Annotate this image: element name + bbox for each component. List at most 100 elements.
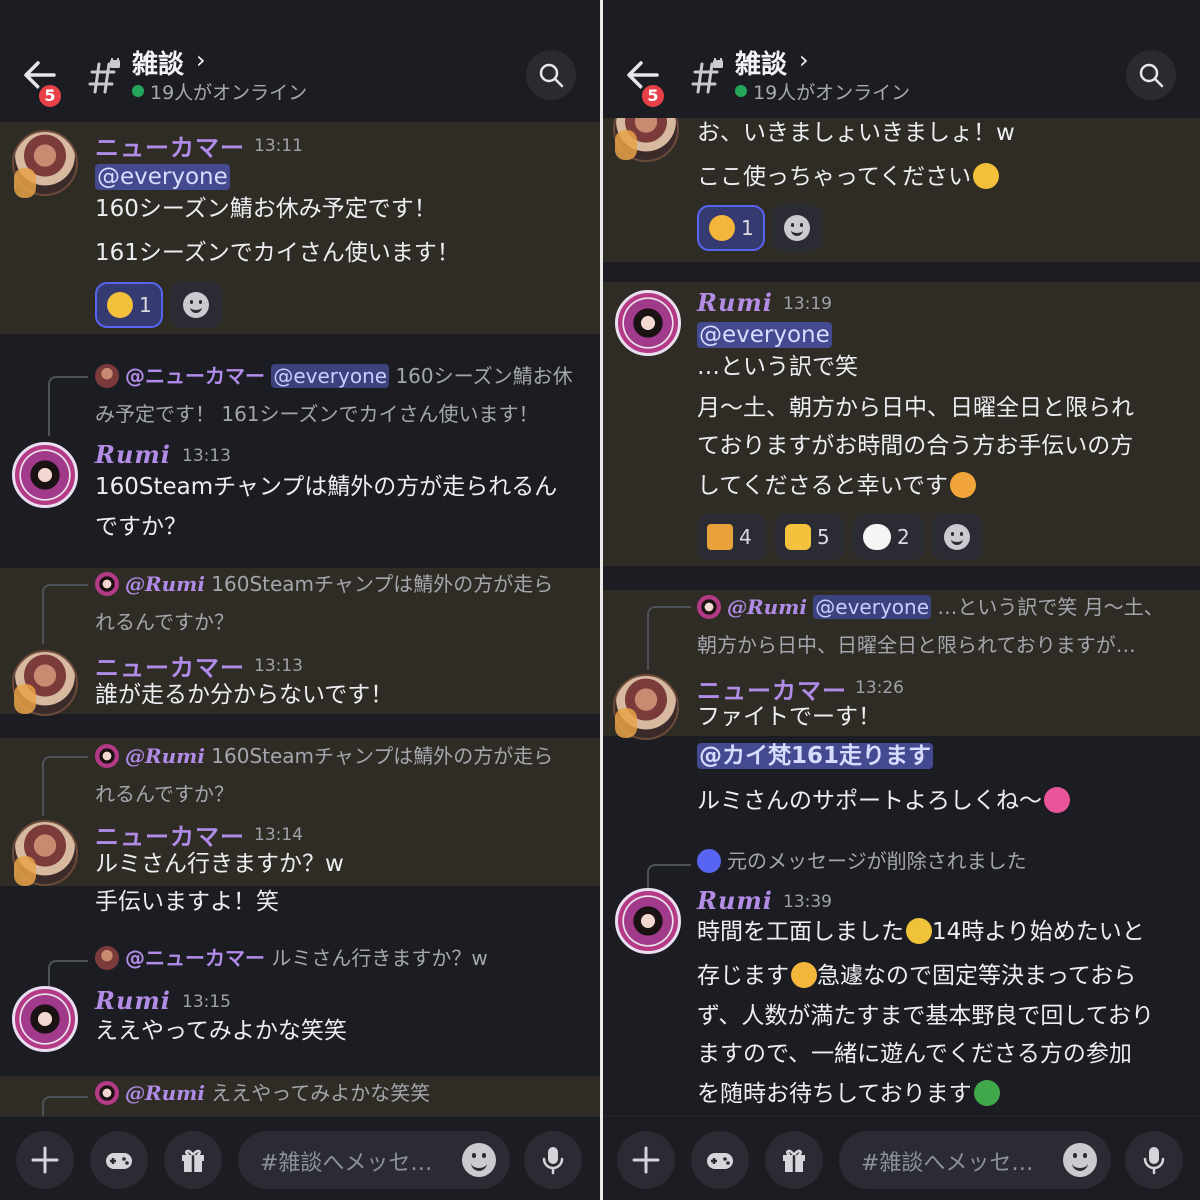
timestamp: 13:13 bbox=[254, 656, 303, 676]
emoji-picker-icon[interactable] bbox=[1063, 1143, 1097, 1177]
avatar-decoration bbox=[615, 130, 637, 160]
message-text: ですか？ bbox=[95, 514, 187, 540]
notification-badge: 5 bbox=[639, 82, 667, 110]
two-hearts-icon bbox=[1044, 787, 1070, 813]
message-input[interactable]: #雑談へメッセ… bbox=[839, 1131, 1111, 1189]
reply-preview-continued[interactable]: み予定です！ 161シーズンでカイさん使います！ bbox=[95, 395, 539, 433]
chat-panel-right: お、いきましょいきましょ！w ここ使っちゃってください 1 Rumi 13:19… bbox=[603, 0, 1200, 1200]
timestamp: 13:15 bbox=[182, 992, 231, 1012]
author-name[interactable]: ニューカマー bbox=[95, 817, 245, 852]
message-text: ルミさん行きますか？w bbox=[95, 851, 344, 877]
message-input-placeholder: #雑談へメッセ… bbox=[861, 1151, 1034, 1176]
timestamp: 13:19 bbox=[783, 294, 832, 314]
microphone-icon bbox=[1143, 1147, 1165, 1175]
gift-icon bbox=[182, 1149, 204, 1172]
message-text: ておりますがお時間の合う方お手伝いの方 bbox=[697, 433, 1134, 459]
gift-button[interactable] bbox=[164, 1131, 222, 1189]
chat-panel-left: ニューカマー 13:11 @everyone 160シーズン鯖お休み予定です！ … bbox=[0, 0, 600, 1200]
author-name[interactable]: Rumi bbox=[95, 440, 171, 469]
search-button[interactable] bbox=[1126, 50, 1176, 100]
add-reaction-button[interactable] bbox=[771, 205, 823, 251]
emoji-picker-icon[interactable] bbox=[462, 1143, 496, 1177]
avatar[interactable] bbox=[615, 888, 681, 954]
reply-preview-continued[interactable]: 朝方から日中、日曜全日と限られておりますが… bbox=[697, 626, 1136, 664]
message-text: ここ使っちゃってください bbox=[697, 162, 1000, 192]
avatar-decoration bbox=[14, 168, 36, 198]
author-name[interactable]: Rumi bbox=[95, 986, 171, 1015]
activities-button[interactable] bbox=[90, 1131, 148, 1189]
reply-preview[interactable]: @Rumi @everyone …という訳で笑 月〜土、 bbox=[697, 588, 1164, 626]
message-input-placeholder: #雑談へメッセ… bbox=[260, 1151, 433, 1176]
activities-button[interactable] bbox=[691, 1131, 749, 1189]
message-text: @everyone bbox=[697, 320, 832, 350]
reply-preview-continued[interactable]: れるんですか？ bbox=[95, 775, 234, 813]
timestamp: 13:14 bbox=[254, 825, 303, 845]
channel-name[interactable]: 雑談 bbox=[132, 44, 184, 81]
reply-preview[interactable]: @ニューカマー @everyone 160シーズン鯖お休 bbox=[95, 357, 573, 395]
timestamp: 13:26 bbox=[855, 678, 904, 698]
channel-name[interactable]: 雑談 bbox=[735, 44, 787, 81]
chevron-right-icon[interactable]: › bbox=[799, 46, 809, 74]
search-icon bbox=[539, 63, 564, 88]
avatar-decoration bbox=[14, 684, 36, 714]
reply-preview[interactable]: @Rumi ええやってみよかな笑笑 bbox=[95, 1074, 430, 1112]
reaction-person-bowing[interactable]: 1 bbox=[697, 205, 765, 251]
reply-preview[interactable]: @Rumi 160Steamチャンプは鯖外の方が走ら bbox=[95, 565, 553, 603]
notification-badge: 5 bbox=[36, 82, 64, 110]
reaction-eyes[interactable]: 2 bbox=[853, 514, 925, 560]
message-text: 手伝いますよ！笑 bbox=[95, 889, 279, 915]
search-button[interactable] bbox=[526, 50, 576, 100]
reply-avatar bbox=[95, 744, 119, 768]
plus-icon bbox=[632, 1146, 660, 1174]
reply-preview[interactable]: @ニューカマー ルミさん行きますか？w bbox=[95, 939, 488, 977]
message-text: 161シーズンでカイさん使います！ bbox=[95, 240, 460, 266]
avatar[interactable] bbox=[615, 290, 681, 356]
reaction-pensive[interactable]: 1 bbox=[95, 282, 163, 328]
grinning-squinting-face-icon bbox=[973, 163, 1000, 189]
gift-button[interactable] bbox=[765, 1131, 823, 1189]
author-name[interactable]: Rumi bbox=[697, 886, 773, 915]
reply-avatar bbox=[697, 595, 721, 619]
reply-preview-continued[interactable]: れるんですか？ bbox=[95, 603, 234, 641]
party-popper-icon bbox=[707, 524, 733, 550]
online-count: 19人がオンライン bbox=[753, 82, 911, 104]
reply-avatar bbox=[95, 572, 119, 596]
message-text: @カイ梵161走ります bbox=[697, 741, 934, 771]
voice-message-button[interactable] bbox=[524, 1131, 582, 1189]
discord-icon bbox=[697, 849, 721, 873]
dizzy-icon bbox=[906, 918, 932, 944]
author-name[interactable]: ニューカマー bbox=[697, 671, 847, 706]
mention-everyone[interactable]: @everyone bbox=[95, 164, 230, 190]
reply-preview[interactable]: 元のメッセージが削除されました bbox=[697, 842, 1027, 880]
mention-user[interactable]: @カイ梵161走ります bbox=[697, 743, 934, 769]
reply-preview[interactable]: @Rumi 160Steamチャンプは鯖外の方が走ら bbox=[95, 737, 553, 775]
reaction-thumbs-up[interactable]: 5 bbox=[775, 514, 845, 560]
avatar[interactable] bbox=[12, 442, 78, 508]
add-reaction-button[interactable] bbox=[170, 282, 222, 328]
add-attachment-button[interactable] bbox=[617, 1131, 675, 1189]
online-count: 19人がオンライン bbox=[150, 82, 308, 104]
author-name[interactable]: ニューカマー bbox=[95, 128, 245, 163]
message-text: 存じます 急遽なので固定等決まっておら bbox=[697, 962, 1137, 989]
reply-connector bbox=[48, 376, 88, 436]
chevron-right-icon[interactable]: › bbox=[196, 46, 206, 74]
author-name[interactable]: ニューカマー bbox=[95, 648, 245, 683]
channel-header: 5 雑談 › 19人がオンライン bbox=[0, 0, 600, 118]
add-attachment-button[interactable] bbox=[16, 1131, 74, 1189]
thumbs-up-icon bbox=[785, 524, 811, 550]
message-text: @everyone bbox=[95, 162, 230, 192]
timestamp: 13:11 bbox=[254, 136, 303, 156]
message-text: ず、人数が満たすまで基本野良で回しており bbox=[697, 1003, 1155, 1029]
voice-message-button[interactable] bbox=[1125, 1131, 1183, 1189]
message-text: …という訳で笑 bbox=[697, 354, 858, 380]
add-reaction-button[interactable] bbox=[931, 514, 983, 560]
message-text: お、いきましょいきましょ！w bbox=[697, 120, 1015, 146]
avatar[interactable] bbox=[12, 986, 78, 1052]
reaction-party-popper[interactable]: 4 bbox=[697, 514, 767, 560]
gamepad-icon bbox=[707, 1153, 733, 1169]
mention-everyone[interactable]: @everyone bbox=[697, 322, 832, 348]
smiling-face-with-hearts-icon bbox=[949, 472, 976, 498]
author-name[interactable]: Rumi bbox=[697, 288, 773, 317]
four-leaf-clover-icon bbox=[973, 1080, 1000, 1106]
message-input[interactable]: #雑談へメッセ… bbox=[238, 1131, 510, 1189]
